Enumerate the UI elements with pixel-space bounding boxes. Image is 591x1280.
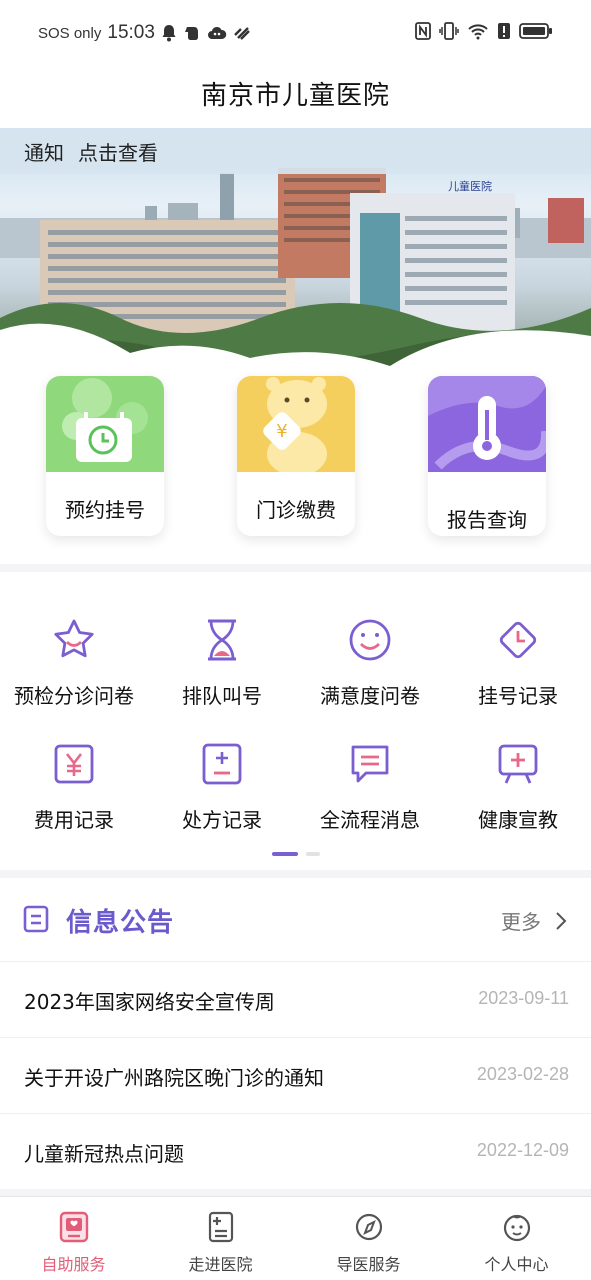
service-messages[interactable]: 全流程消息 xyxy=(296,724,444,834)
nav-label: 导医服务 xyxy=(336,1255,401,1274)
self-service-icon xyxy=(59,1211,89,1243)
chevron-right-icon xyxy=(556,911,567,930)
news-date: 2023-09-11 xyxy=(478,988,569,1008)
star-icon xyxy=(54,619,94,658)
quick-tiles: 预约挂号 ¥ 门诊缴费 报告查询 xyxy=(0,318,591,564)
service-prescription[interactable]: 处方记录 xyxy=(148,724,296,834)
service-label: 全流程消息 xyxy=(320,808,420,832)
news-date: 2022-12-09 xyxy=(476,1140,569,1160)
carrier-text: SOS only xyxy=(38,24,102,42)
clock-text: 15:03 xyxy=(107,22,155,43)
news-title: 关于开设广州路院区晚门诊的通知 xyxy=(24,1066,324,1090)
nav-label: 个人中心 xyxy=(484,1255,549,1274)
health-board-icon xyxy=(498,744,538,784)
status-right xyxy=(415,22,553,40)
evernote-icon xyxy=(184,27,198,40)
hourglass-icon xyxy=(208,619,236,661)
tile-appointment[interactable]: 预约挂号 xyxy=(46,376,164,536)
cloud-icon xyxy=(207,26,227,39)
bottom-nav: 自助服务 走进医院 导医服务 个人中心 xyxy=(0,1196,591,1280)
more-link[interactable]: 更多 xyxy=(501,906,567,935)
nav-guide[interactable]: 导医服务 xyxy=(295,1197,442,1280)
link-icon xyxy=(234,27,250,40)
page-indicator xyxy=(272,852,320,856)
info-title: 信息公告 xyxy=(66,908,175,938)
vibrate-icon xyxy=(439,22,459,40)
nfc-icon xyxy=(415,22,431,40)
message-icon xyxy=(351,745,389,783)
wifi-icon xyxy=(468,24,488,40)
service-label: 预检分诊问卷 xyxy=(14,684,134,708)
news-item[interactable]: 2023年国家网络安全宣传周 2023-09-11 xyxy=(0,961,591,1037)
svg-text:¥: ¥ xyxy=(276,421,287,442)
service-label: 健康宣教 xyxy=(478,808,558,832)
notice-action[interactable]: 点击查看 xyxy=(78,137,158,166)
baby-face-icon xyxy=(503,1214,531,1242)
tile-label: 门诊缴费 xyxy=(256,498,336,522)
yuan-icon xyxy=(54,744,94,784)
nav-label: 走进医院 xyxy=(188,1255,253,1274)
service-satisfaction[interactable]: 满意度问卷 xyxy=(296,600,444,710)
yuan-bear-icon: ¥ xyxy=(237,376,355,472)
divider xyxy=(0,1189,591,1196)
news-title: 2023年国家网络安全宣传周 xyxy=(24,990,275,1014)
more-label: 更多 xyxy=(501,910,541,934)
news-title: 儿童新冠热点问题 xyxy=(24,1142,184,1166)
news-item[interactable]: 儿童新冠热点问题 2022-12-09 xyxy=(0,1113,591,1189)
service-registration-records[interactable]: 挂号记录 xyxy=(444,600,591,710)
tile-label: 预约挂号 xyxy=(65,498,145,522)
tile-report[interactable]: 报告查询 xyxy=(428,376,546,536)
tile-label: 报告查询 xyxy=(447,508,527,532)
header: 南京市儿童医院 xyxy=(0,62,591,124)
bell-icon xyxy=(162,25,176,42)
news-date: 2023-02-28 xyxy=(476,1064,569,1084)
page-dot-active xyxy=(272,852,298,856)
news-item[interactable]: 关于开设广州路院区晚门诊的通知 2023-02-28 xyxy=(0,1037,591,1113)
nav-profile[interactable]: 个人中心 xyxy=(443,1197,590,1280)
status-left: SOS only 15:03 xyxy=(38,22,251,44)
thermometer-icon xyxy=(428,376,546,472)
service-label: 挂号记录 xyxy=(478,684,558,708)
notice-label: 通知 xyxy=(24,140,64,165)
smile-icon xyxy=(349,619,391,661)
clock-diamond-icon xyxy=(499,621,537,659)
notice-bar[interactable]: 通知 点击查看 xyxy=(0,128,591,174)
service-fee-records[interactable]: 费用记录 xyxy=(0,724,148,834)
compass-icon xyxy=(355,1213,383,1241)
battery-icon xyxy=(519,23,552,39)
status-bar: SOS only 15:03 xyxy=(0,0,591,62)
divider xyxy=(0,870,591,878)
service-label: 处方记录 xyxy=(182,808,262,832)
info-header: 信息公告 更多 xyxy=(0,880,591,960)
document-icon xyxy=(23,905,49,933)
nav-hospital[interactable]: 走进医院 xyxy=(147,1197,294,1280)
page-title: 南京市儿童医院 xyxy=(200,80,390,111)
divider xyxy=(0,564,591,572)
service-grid: 预检分诊问卷 排队叫号 满意度问卷 挂号记录 费用记录 处方记录 全流程消息 健… xyxy=(0,600,591,850)
service-label: 满意度问卷 xyxy=(320,684,420,708)
nav-label: 自助服务 xyxy=(41,1255,106,1274)
tile-payment[interactable]: ¥ 门诊缴费 xyxy=(237,376,355,536)
service-health-education[interactable]: 健康宣教 xyxy=(444,724,591,834)
hospital-doc-icon xyxy=(208,1211,234,1243)
hospital-sign: 儿童医院 xyxy=(448,179,492,193)
service-label: 费用记录 xyxy=(34,808,114,832)
prescription-icon xyxy=(202,743,242,785)
service-queue[interactable]: 排队叫号 xyxy=(148,600,296,710)
service-label: 排队叫号 xyxy=(182,684,262,708)
alert-icon xyxy=(498,23,510,39)
page-dot xyxy=(306,852,320,856)
service-triage[interactable]: 预检分诊问卷 xyxy=(0,600,148,710)
calendar-clock-icon xyxy=(46,376,164,472)
nav-self-service[interactable]: 自助服务 xyxy=(0,1197,147,1280)
